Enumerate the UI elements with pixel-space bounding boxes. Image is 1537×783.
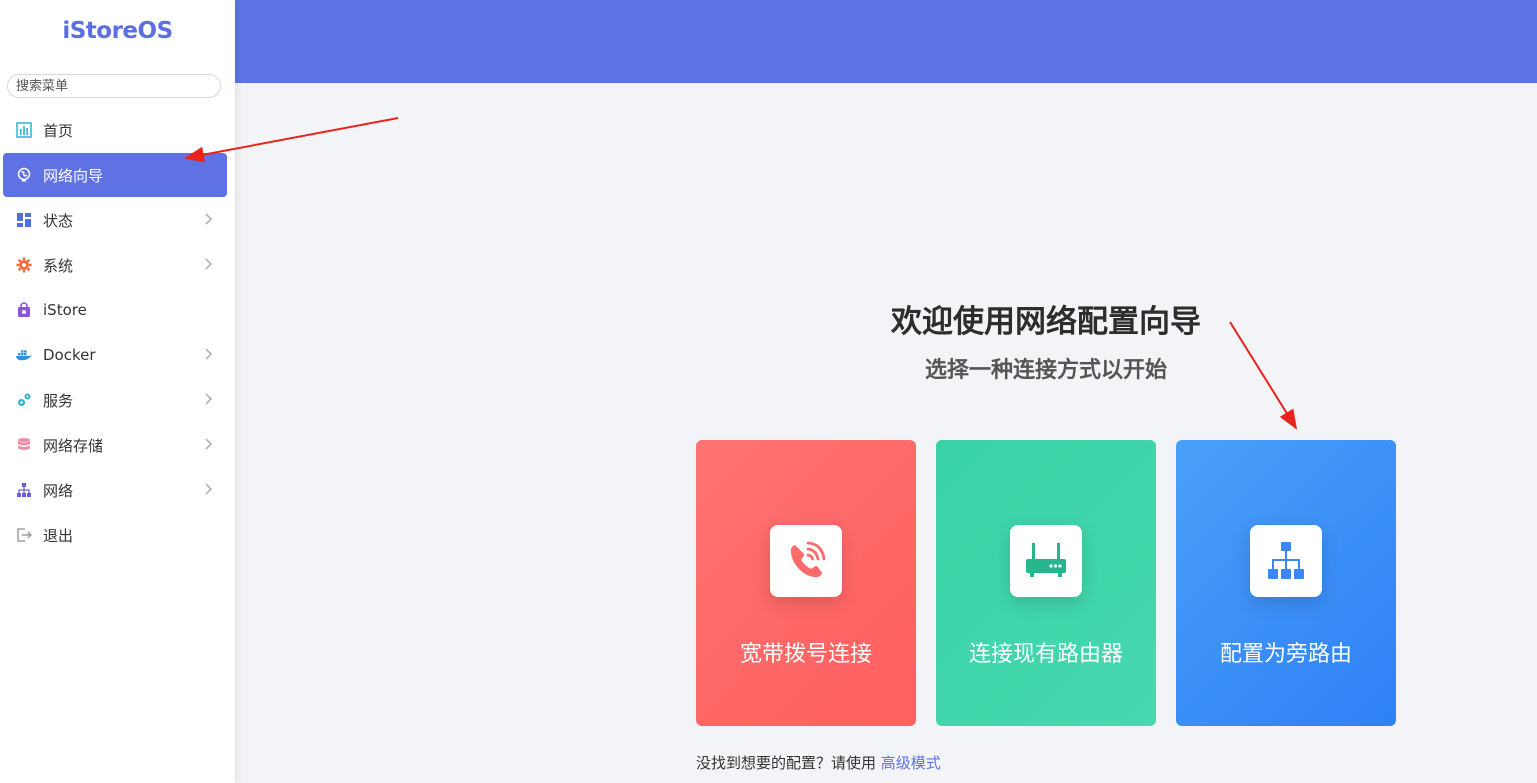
chevron-right-icon <box>205 213 213 225</box>
bag-icon <box>15 301 33 319</box>
sidebar-item-label: 网络 <box>43 481 74 500</box>
footer-text: 没找到想要的配置？请使用 <box>696 754 881 772</box>
card-label: 连接现有路由器 <box>968 642 1123 667</box>
sidebar-item-label: 网络存储 <box>43 436 104 455</box>
dashboard-chart-icon <box>15 121 33 139</box>
existing-router-card[interactable]: 连接现有路由器 <box>936 440 1156 726</box>
sidebar-item-label: 状态 <box>43 211 74 230</box>
app-logo[interactable]: iStoreOS <box>0 18 235 44</box>
chevron-right-icon <box>205 393 213 405</box>
advanced-mode-link[interactable]: 高级模式 <box>881 754 941 772</box>
page-subtitle: 选择一种连接方式以开始 <box>924 358 1167 383</box>
globe-icon <box>15 166 33 184</box>
sidebar-item-label: 首页 <box>43 121 74 140</box>
database-icon <box>15 436 33 454</box>
chevron-right-icon <box>205 258 213 270</box>
sidebar-item-label: 网络向导 <box>43 166 104 185</box>
sidebar-item-label: 系统 <box>43 256 74 275</box>
card-icon-container <box>1250 525 1322 597</box>
page-title: 欢迎使用网络配置向导 <box>891 304 1201 340</box>
bypass-router-card[interactable]: 配置为旁路由 <box>1176 440 1396 726</box>
sidebar-menu: 首页 网络向导 状态 系统 iStore Docker 服务 网络存储 网络 退… <box>0 108 235 558</box>
sidebar-item-docker[interactable]: Docker <box>3 333 227 377</box>
gears-icon <box>15 391 33 409</box>
pppoe-dial-card[interactable]: 宽带拨号连接 <box>696 440 916 726</box>
sidebar-item-home[interactable]: 首页 <box>3 108 227 152</box>
sidebar-item-istore[interactable]: iStore <box>3 288 227 332</box>
card-icon-container <box>1010 525 1082 597</box>
docker-icon <box>15 346 33 364</box>
chevron-right-icon <box>205 348 213 360</box>
advanced-mode-note: 没找到想要的配置？请使用 高级模式 <box>696 752 941 773</box>
sidebar-item-network-wizard[interactable]: 网络向导 <box>3 153 227 197</box>
sidebar-item-label: iStore <box>43 301 87 319</box>
chevron-right-icon <box>205 438 213 450</box>
sidebar-item-status[interactable]: 状态 <box>3 198 227 242</box>
phone-call-icon <box>790 541 826 578</box>
network-tree-icon <box>15 481 33 499</box>
chevron-right-icon <box>205 483 213 495</box>
sidebar-item-label: 退出 <box>43 526 74 545</box>
top-header-bar <box>235 0 1537 83</box>
sidebar-item-network[interactable]: 网络 <box>3 468 227 512</box>
card-icon-container <box>770 525 842 597</box>
card-label: 宽带拨号连接 <box>739 642 872 667</box>
card-label: 配置为旁路由 <box>1219 642 1352 667</box>
sidebar-item-label: 服务 <box>43 391 74 410</box>
network-hierarchy-icon <box>1268 542 1304 579</box>
sidebar: iStoreOS 首页 网络向导 状态 <box>0 0 235 783</box>
sidebar-item-system[interactable]: 系统 <box>3 243 227 287</box>
search-menu-input[interactable] <box>7 74 221 98</box>
sidebar-item-services[interactable]: 服务 <box>3 378 227 422</box>
sidebar-item-label: Docker <box>43 346 96 364</box>
logout-icon <box>15 526 33 544</box>
sidebar-item-logout[interactable]: 退出 <box>3 513 227 557</box>
grid-icon <box>15 211 33 229</box>
router-icon <box>1026 543 1066 577</box>
sidebar-item-network-storage[interactable]: 网络存储 <box>3 423 227 467</box>
gear-icon <box>15 256 33 274</box>
